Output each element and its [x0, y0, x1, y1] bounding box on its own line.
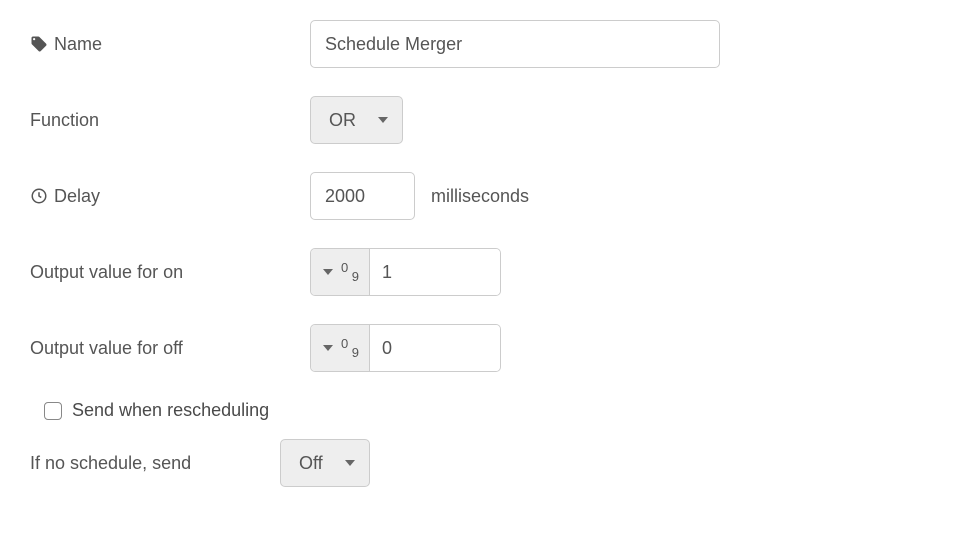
- output-off-value-input[interactable]: [370, 325, 500, 371]
- output-on-label: Output value for on: [30, 262, 183, 283]
- name-input[interactable]: [310, 20, 720, 68]
- no-schedule-value: Off: [299, 453, 323, 474]
- name-label: Name: [54, 34, 102, 55]
- no-schedule-select[interactable]: Off: [280, 439, 370, 487]
- chevron-down-icon: [323, 345, 333, 351]
- output-off-group: 09: [310, 324, 501, 372]
- function-select[interactable]: OR: [310, 96, 403, 144]
- send-rescheduling-label: Send when rescheduling: [72, 400, 269, 421]
- output-off-type-button[interactable]: 09: [311, 325, 370, 371]
- delay-label: Delay: [54, 186, 100, 207]
- delay-input[interactable]: [310, 172, 415, 220]
- tag-icon: [30, 35, 48, 53]
- clock-icon: [30, 187, 48, 205]
- chevron-down-icon: [345, 460, 355, 466]
- function-label: Function: [30, 110, 99, 131]
- output-on-value-input[interactable]: [370, 249, 500, 295]
- output-on-group: 09: [310, 248, 501, 296]
- chevron-down-icon: [323, 269, 333, 275]
- chevron-down-icon: [378, 117, 388, 123]
- function-value: OR: [329, 110, 356, 131]
- send-rescheduling-checkbox[interactable]: [44, 402, 62, 420]
- no-schedule-label: If no schedule, send: [30, 453, 191, 474]
- delay-unit-label: milliseconds: [431, 186, 529, 207]
- number-type-icon: 09: [341, 263, 359, 281]
- output-on-type-button[interactable]: 09: [311, 249, 370, 295]
- number-type-icon: 09: [341, 339, 359, 357]
- output-off-label: Output value for off: [30, 338, 183, 359]
